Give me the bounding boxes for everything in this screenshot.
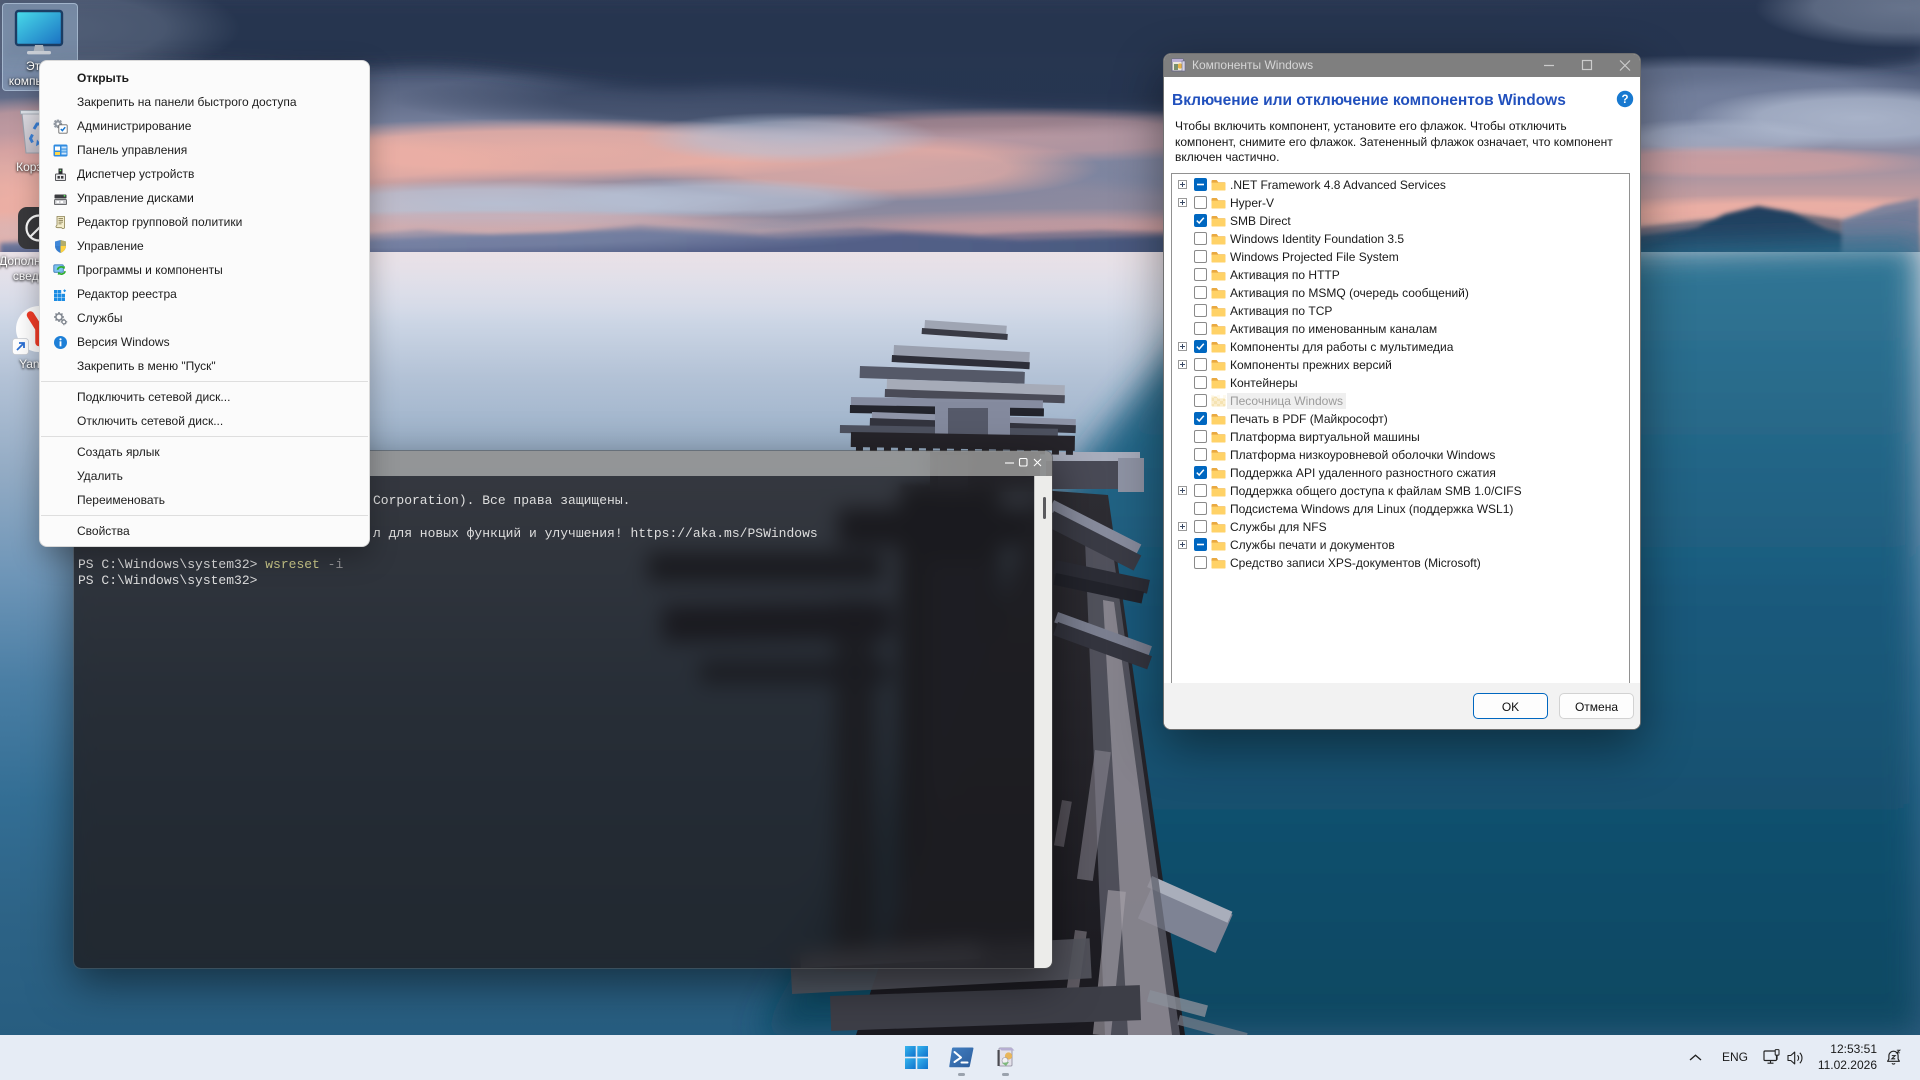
svg-text:?: ? (1621, 94, 1628, 106)
